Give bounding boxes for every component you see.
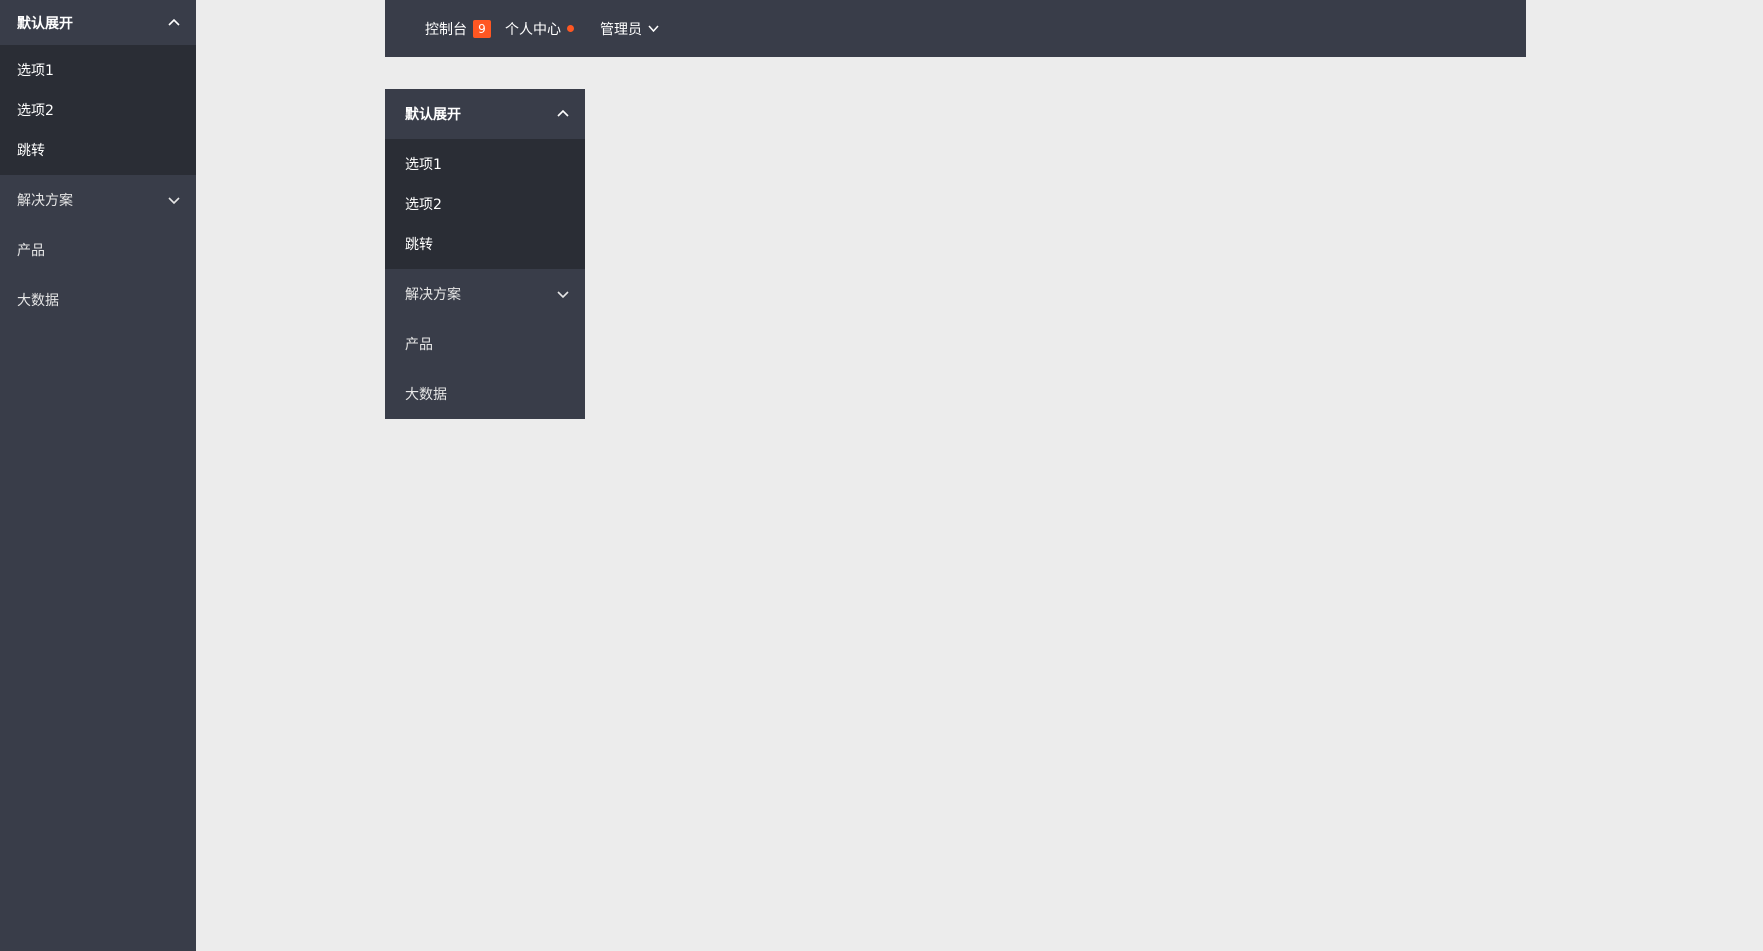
panel-group-default-expanded[interactable]: 默认展开 [385, 89, 585, 139]
sidebar-nav: 默认展开 选项1 选项2 跳转 解决方案 产品 大数据 [0, 0, 196, 951]
panel-subitem-option1[interactable]: 选项1 [385, 144, 585, 184]
panel-subitem-option2[interactable]: 选项2 [385, 184, 585, 224]
panel-subitem-jump[interactable]: 跳转 [385, 224, 585, 264]
panel-item-label: 产品 [405, 337, 433, 353]
sidebar-submenu: 选项1 选项2 跳转 [0, 45, 196, 175]
chevron-down-icon [167, 193, 181, 207]
panel-submenu: 选项1 选项2 跳转 [385, 139, 585, 269]
top-nav-personal-center[interactable]: 个人中心 [505, 0, 574, 57]
sidebar-item-label: 大数据 [17, 293, 59, 309]
panel-group-label: 默认展开 [405, 107, 461, 123]
sidebar-item-products[interactable]: 产品 [0, 225, 196, 275]
panel-item-bigdata[interactable]: 大数据 [385, 369, 585, 419]
count-badge: 9 [473, 19, 491, 38]
sidebar-group-label: 默认展开 [17, 15, 73, 32]
sidebar-subitem-option1[interactable]: 选项1 [0, 50, 196, 90]
sidebar-item-bigdata[interactable]: 大数据 [0, 275, 196, 325]
panel-item-label: 大数据 [405, 387, 447, 403]
sidebar-subitem-option2[interactable]: 选项2 [0, 90, 196, 130]
chevron-up-icon [167, 16, 181, 30]
panel-item-label: 解决方案 [405, 287, 461, 303]
panel-item-products[interactable]: 产品 [385, 319, 585, 369]
top-nav-console[interactable]: 控制台 9 [425, 0, 491, 57]
sidebar-item-label: 产品 [17, 243, 45, 259]
sidebar-group-default-expanded[interactable]: 默认展开 [0, 0, 196, 45]
sidebar-item-solutions[interactable]: 解决方案 [0, 175, 196, 225]
sidebar-item-label: 解决方案 [17, 193, 73, 209]
top-nav-label: 管理员 [600, 21, 642, 38]
chevron-up-icon [556, 107, 570, 121]
top-nav-label: 控制台 [425, 21, 467, 38]
vertical-nav-panel: 默认展开 选项1 选项2 跳转 解决方案 产品 大数据 [385, 89, 585, 419]
top-nav-admin[interactable]: 管理员 [600, 0, 660, 57]
top-nav: 控制台 9 个人中心 管理员 [385, 0, 1526, 57]
panel-item-solutions[interactable]: 解决方案 [385, 269, 585, 319]
dot-icon [567, 25, 574, 32]
sidebar-subitem-jump[interactable]: 跳转 [0, 130, 196, 170]
top-nav-label: 个人中心 [505, 21, 561, 38]
chevron-down-icon [556, 287, 570, 301]
chevron-down-icon [647, 22, 660, 35]
